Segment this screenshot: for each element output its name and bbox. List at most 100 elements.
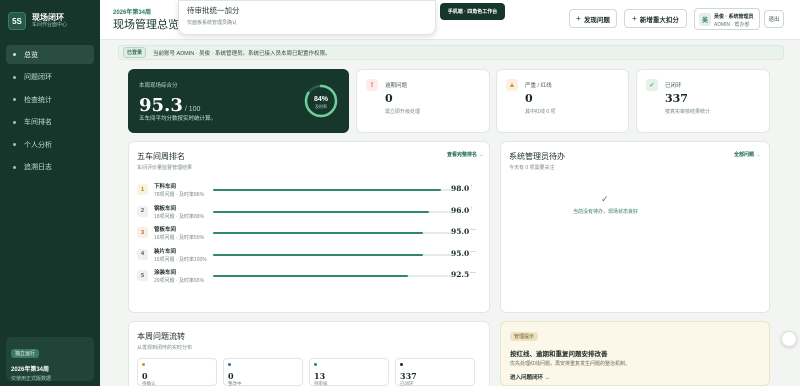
logout-button[interactable]: 退出 xyxy=(764,10,784,28)
workshop-score: 95.0 xyxy=(451,227,470,236)
warning-icon: ▲ xyxy=(506,79,518,91)
button-label: 新增重大扣分 xyxy=(639,16,679,24)
ranking-subtitle: 车间评价量监督管理结果 xyxy=(137,165,193,171)
workshop-name: 管板车间 xyxy=(154,227,177,233)
admin-tasks-title: 系统管理员待办 xyxy=(509,152,565,161)
table-row[interactable]: 5 涂装车间 20项问题 · 及时率65% 92.5— xyxy=(137,267,477,287)
plus-icon: + xyxy=(632,14,637,23)
user-menu[interactable]: 吴 吴俊 · 系统管理员 ADMIN · 帮办部 xyxy=(694,8,760,30)
add-deduction-button[interactable]: + 新增重大扣分 xyxy=(624,9,687,28)
workshop-score: 96.0 xyxy=(451,205,470,215)
score-bar-fill xyxy=(213,232,423,234)
view-full-ranking-link[interactable]: 查看完整排名 → xyxy=(447,151,483,158)
rank-number: 5 xyxy=(137,270,148,281)
table-row[interactable]: 3 管板车间 16项问题 · 及时率50% 95.0— xyxy=(137,224,477,244)
workshop-score: 95.0 xyxy=(451,248,470,258)
rank-number: 3 xyxy=(137,227,148,238)
score-bar xyxy=(213,275,453,277)
score-number: 95.3 xyxy=(139,95,183,116)
flow-stage-value: 13 xyxy=(314,371,326,381)
flow-stage[interactable]: 337 已闭环 xyxy=(395,358,475,386)
status-dot-icon xyxy=(142,363,145,366)
dot-icon xyxy=(13,165,16,169)
sidebar-item-stats[interactable]: 检查统计 xyxy=(6,90,94,109)
all-issues-link[interactable]: 全部问题 → xyxy=(734,151,760,158)
score-bar xyxy=(213,189,453,191)
stat-card-severe: ▲ 严重 / 红线 0 其中红线 0 项 xyxy=(496,69,629,133)
toast-title: 待审批统一加分 xyxy=(187,6,240,15)
score-bar-fill xyxy=(213,210,429,213)
brand-subtitle: 车间作业面中心 xyxy=(32,22,68,28)
flow-subtitle: 从发现到闭环的实时分布 xyxy=(137,345,193,351)
trend-icon: ↑ xyxy=(470,184,473,190)
login-info-bar: 已登录 当前账号 ADMIN · 吴俊 · 系统管理员。系统已接入员本周已配置作… xyxy=(118,45,784,60)
brand: 5S 现场闭环 车间作业面中心 xyxy=(8,12,67,30)
flow-stage[interactable]: 0 待确认 xyxy=(137,358,217,386)
check-icon: ✓ xyxy=(646,79,658,91)
score-label: 本周现场综合分 xyxy=(139,83,178,89)
flow-stage-value: 0 xyxy=(142,371,148,381)
sidebar-item-issues[interactable]: 问题闭环 xyxy=(6,68,94,87)
score-bar xyxy=(213,210,453,213)
brand-logo: 5S xyxy=(8,12,26,30)
sidebar-item-ranking[interactable]: 车间排名 xyxy=(6,113,94,132)
score-bar xyxy=(213,253,453,256)
stat-description: 其中红线 0 项 xyxy=(525,109,556,115)
enter-issue-loop-link[interactable]: 进入问题闭环 → xyxy=(510,373,550,381)
assistant-avatar-icon[interactable] xyxy=(781,331,797,347)
sidebar-item-label: 个人分析 xyxy=(24,141,52,149)
dot-icon xyxy=(13,143,16,146)
login-info-text: 当前账号 ADMIN · 吴俊 · 系统管理员。系统已接入员本周已配置作权限。 xyxy=(153,50,331,57)
sidebar-item-logs[interactable]: 追溯日志 xyxy=(6,158,94,177)
workshop-meta: 20项问题 · 及时率65% xyxy=(154,278,205,284)
sidebar-item-overview[interactable]: 总览 xyxy=(6,45,94,64)
score-bar-fill xyxy=(213,275,408,277)
table-row[interactable]: 1 下料车间 78项问题 · 及时率86% 98.0 ↑ xyxy=(137,181,477,201)
table-row[interactable]: 2 钢板车间 18项问题 · 及时率89% 96.0 ↑ xyxy=(137,203,477,223)
plus-icon: + xyxy=(576,14,581,23)
workshop-name: 涂装车间 xyxy=(154,270,177,276)
flow-stage-label: 待确认 xyxy=(142,381,156,386)
flow-stage[interactable]: 0 整改中 xyxy=(223,358,303,386)
tip-title: 按红线、逾期和重复问题安排改善 xyxy=(510,351,608,358)
flow-stage-label: 整改中 xyxy=(228,381,242,386)
workshop-name: 装片车间 xyxy=(154,248,177,255)
stat-card-closed: ✓ 已闭环 337 按真实审核结果统计 xyxy=(636,69,770,133)
stat-label: 逾期问题 xyxy=(385,83,408,89)
score-max: / 100 xyxy=(184,106,201,113)
ranking-title: 五车间周排名 xyxy=(137,152,185,161)
trend-icon: — xyxy=(470,270,476,276)
dot-icon xyxy=(13,53,16,56)
stat-card-overdue: ! 逾期问题 0 需立即升级处理 xyxy=(356,69,490,133)
sidebar-nav: 总览 问题闭环 检查统计 车间排名 个人分析 追溯日志 xyxy=(6,45,94,180)
table-row[interactable]: 4 装片车间 15项问题 · 及时率100% 95.0— xyxy=(137,246,477,266)
user-role: ADMIN · 帮办部 xyxy=(714,22,750,28)
flow-stage[interactable]: 13 待审核 xyxy=(309,358,389,386)
report-issue-button[interactable]: + 发现问题 xyxy=(569,9,617,28)
stat-value: 0 xyxy=(385,92,393,105)
dot-icon xyxy=(13,75,16,79)
stat-label: 严重 / 红线 xyxy=(525,83,552,89)
status-dot-icon xyxy=(400,363,403,366)
sidebar-week-card: 独立运行 2026年第34周 仅使用正式版数据 xyxy=(6,337,94,382)
notification-toast[interactable]: 待审批统一加分 仅面板系统管理员确认 xyxy=(178,0,436,35)
flow-stage-label: 已闭环 xyxy=(400,381,414,386)
score-bar xyxy=(213,232,453,234)
status-badge: 独立运行 xyxy=(11,349,40,358)
trend-icon: — xyxy=(470,248,476,255)
score-description: 五车间平均分数按实时统计算。 xyxy=(139,116,217,122)
stat-label: 已闭环 xyxy=(665,83,682,89)
avatar: 吴 xyxy=(699,13,711,26)
rank-number: 2 xyxy=(137,205,148,217)
user-name: 吴俊 · 系统管理员 xyxy=(714,14,754,20)
sidebar-item-personal[interactable]: 个人分析 xyxy=(6,135,94,154)
management-tip-card: 管理提示 按红线、逾期和重复问题安排改善 优先处理红线问题，再安排重复发生问题的… xyxy=(500,321,770,386)
top-header: 2026年第34周 现场管理总览 待审批统一加分 仅面板系统管理员确认 手机端 … xyxy=(100,0,800,40)
status-dot-icon xyxy=(314,363,317,366)
toast-subtitle: 仅面板系统管理员确认 xyxy=(187,20,238,26)
timeliness-ring: 84% 及时率 xyxy=(304,84,338,118)
score-bar-fill xyxy=(213,189,441,191)
tip-badge: 管理提示 xyxy=(510,332,539,341)
mobile-workbench-button[interactable]: 手机端 · 四角色工作台 xyxy=(440,3,505,20)
empty-state-text: 当前没有待办，现场状态良好 xyxy=(573,209,639,215)
